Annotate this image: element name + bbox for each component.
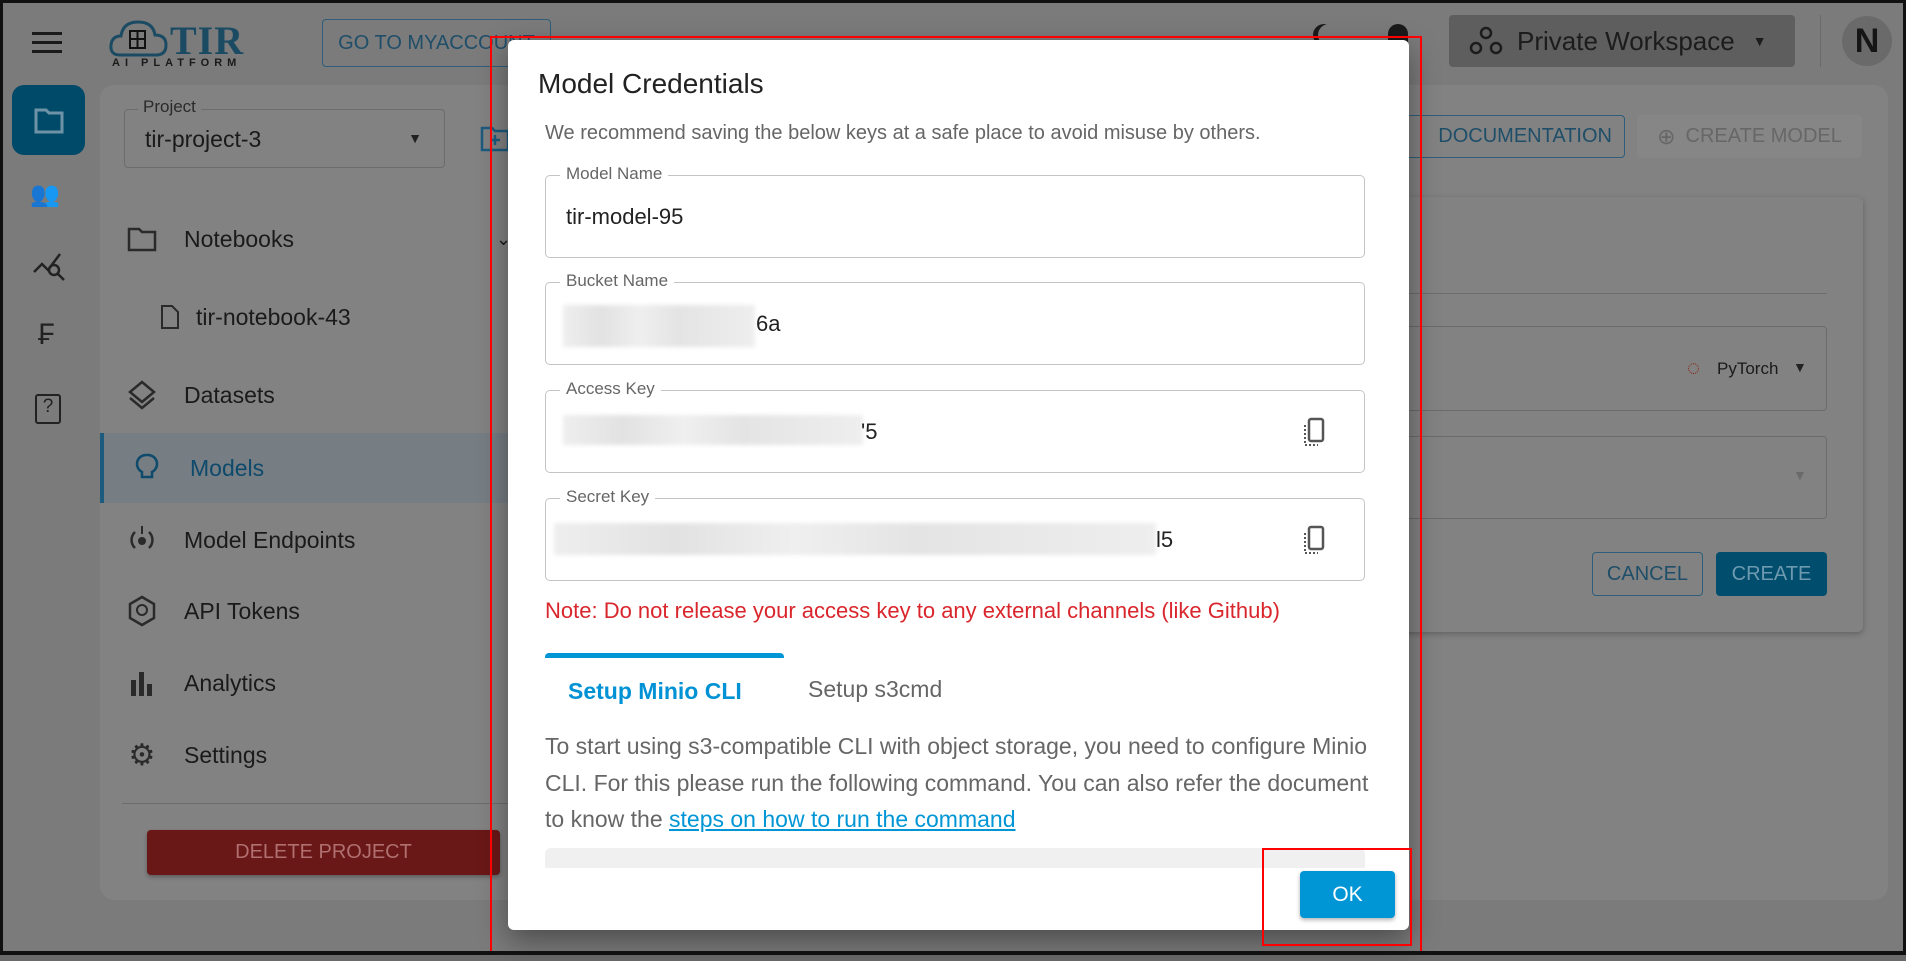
dialog-subtitle: We recommend saving the below keys at a …: [545, 122, 1261, 144]
bar-chart-icon: [100, 670, 184, 696]
active-tab-indicator: [545, 653, 784, 658]
endpoint-icon: [100, 524, 184, 556]
framework-select[interactable]: ◌ PyTorch ▼: [1400, 326, 1827, 411]
dialog-title: Model Credentials: [538, 68, 764, 99]
sidebar-item-label: Model Endpoints: [184, 526, 356, 553]
divider: [122, 803, 508, 804]
file-icon: [160, 304, 196, 330]
sidebar-item-label: Settings: [184, 741, 268, 768]
model-credentials-dialog: Model Credentials We recommend saving th…: [508, 40, 1409, 930]
rail-projects[interactable]: [12, 85, 85, 155]
logo[interactable]: TIR AI PLATFORM: [108, 17, 258, 73]
caret-down-icon: ▼: [1793, 467, 1807, 483]
sidebar-item-tir-notebook-43[interactable]: tir-notebook-43: [100, 282, 508, 352]
sidebar-item-label: Models: [190, 454, 265, 481]
documentation-label: DOCUMENTATION: [1438, 125, 1612, 147]
layers-icon: [100, 380, 184, 410]
pytorch-icon: ◌: [1687, 355, 1701, 380]
redacted-value: [563, 305, 755, 347]
field-label: Access Key: [560, 379, 661, 399]
security-note: Note: Do not release your access key to …: [545, 598, 1280, 623]
sidebar-item-label: Notebooks: [184, 225, 294, 252]
caret-down-icon: ▼: [1793, 359, 1807, 375]
create-model-card: ◌ PyTorch ▼ ▼ CANCEL CREATE: [1400, 197, 1863, 632]
tab-setup-minio-cli[interactable]: Setup Minio CLI: [568, 678, 742, 705]
instructions-text: To start using s3-compatible CLI with ob…: [545, 728, 1375, 838]
sidebar-item-label: Analytics: [184, 669, 277, 696]
sidebar-item-label: API Tokens: [184, 597, 300, 624]
sidebar-item-analytics[interactable]: Analytics: [100, 648, 508, 718]
create-model-label: CREATE MODEL: [1685, 125, 1842, 147]
steps-link[interactable]: steps on how to run the command: [669, 806, 1015, 832]
sidebar-item-datasets[interactable]: Datasets: [100, 360, 508, 430]
sidebar-item-api-tokens[interactable]: API Tokens: [100, 576, 508, 646]
token-icon: [100, 595, 184, 627]
sidebar-item-notebooks[interactable]: Notebooks ⌄: [100, 204, 511, 274]
avatar[interactable]: N: [1842, 16, 1892, 66]
field-value: tir-model-95: [566, 204, 684, 229]
analytics-search-icon[interactable]: [32, 250, 66, 282]
folder-icon: [34, 108, 64, 134]
sidebar-item-models[interactable]: Models: [100, 433, 508, 503]
caret-down-icon: ▼: [1752, 33, 1767, 49]
secondary-select[interactable]: ▼: [1400, 436, 1827, 519]
caret-down-icon: ▼: [408, 130, 422, 146]
gear-icon: ⚙: [128, 738, 156, 772]
bottom-strip: [0, 955, 1906, 961]
plus-circle-icon: ⊕: [1657, 123, 1676, 149]
create-button[interactable]: CREATE: [1716, 552, 1827, 596]
divider: [1820, 15, 1821, 67]
copy-icon[interactable]: [1302, 525, 1326, 555]
field-value: '5: [861, 419, 878, 444]
sidebar-item-settings[interactable]: ⚙ Settings: [100, 720, 508, 790]
bucket-name-field[interactable]: Bucket Name 6a: [545, 271, 1365, 365]
copy-icon[interactable]: [1302, 417, 1326, 447]
create-model-button[interactable]: ⊕ CREATE MODEL: [1637, 115, 1862, 158]
command-box: [545, 848, 1365, 868]
redacted-value: [554, 523, 1156, 555]
menu-icon[interactable]: [32, 32, 62, 54]
workspace-name: Private Workspace: [1517, 25, 1735, 56]
redacted-value: [563, 415, 863, 445]
cancel-button[interactable]: CANCEL: [1592, 552, 1703, 596]
workspace-icon: [1469, 26, 1503, 55]
documentation-button[interactable]: DOCUMENTATION: [1386, 115, 1625, 158]
secret-key-field[interactable]: Secret Key l5: [545, 487, 1365, 581]
project-value: tir-project-3: [145, 126, 262, 152]
folder-icon: [100, 226, 184, 252]
sidebar-item-model-endpoints[interactable]: Model Endpoints: [100, 505, 508, 575]
add-folder-icon[interactable]: [480, 124, 510, 152]
model-name-field[interactable]: Model Name tir-model-95: [545, 164, 1365, 258]
field-value: l5: [1156, 527, 1174, 552]
project-select[interactable]: tir-project-3 ▼: [124, 109, 445, 168]
cloud-logo-icon: [109, 20, 168, 57]
divider: [1400, 293, 1827, 294]
workspace-selector[interactable]: Private Workspace ▼: [1449, 15, 1795, 67]
team-icon[interactable]: 👥: [30, 180, 60, 209]
field-label: Secret Key: [560, 487, 656, 507]
help-icon[interactable]: ?: [35, 394, 61, 424]
sidebar-item-label: tir-notebook-43: [196, 303, 351, 330]
access-key-field[interactable]: Access Key '5: [545, 379, 1365, 473]
ok-button[interactable]: OK: [1300, 871, 1395, 918]
framework-value: PyTorch: [1717, 359, 1779, 378]
sidebar-item-label: Datasets: [184, 381, 275, 408]
project-label: Project: [138, 97, 201, 117]
logo-subtitle: AI PLATFORM: [112, 57, 242, 69]
field-value: 6a: [756, 311, 781, 336]
field-label: Bucket Name: [560, 271, 675, 291]
lightbulb-icon: [104, 453, 190, 483]
delete-project-button[interactable]: DELETE PROJECT: [147, 830, 500, 875]
billing-icon[interactable]: ₣: [38, 318, 55, 352]
tab-setup-s3cmd[interactable]: Setup s3cmd: [808, 676, 942, 703]
field-label: Model Name: [560, 164, 669, 184]
